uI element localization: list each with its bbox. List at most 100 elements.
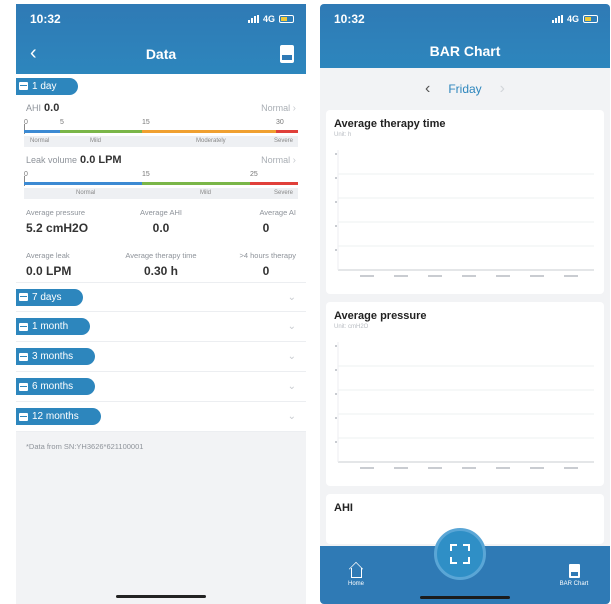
previous-day-button[interactable]: ‹ — [425, 80, 430, 98]
chart-card-therapy-time: Average therapy time Unit: h — [326, 110, 604, 294]
home-indicator — [420, 596, 510, 599]
battery-icon — [279, 15, 294, 23]
chevron-right-icon: › — [292, 102, 296, 114]
tab-home[interactable]: Home — [336, 564, 376, 587]
calendar-icon — [19, 352, 28, 361]
ahi-scale: 0 5 15 30 Normal Mild Moderately Severe — [24, 118, 298, 150]
qr-scan-icon — [450, 544, 470, 564]
scale-tick: 5 — [60, 119, 64, 126]
scale-tick: 30 — [276, 119, 284, 126]
status-time: 10:32 — [30, 12, 61, 26]
period-pill[interactable]: 1 month — [16, 318, 91, 335]
period-label: 1 day — [32, 80, 57, 92]
zone-label: Mild — [90, 138, 102, 144]
chart-card-average-pressure: Average pressure Unit: cmH2O — [326, 302, 604, 486]
calendar-icon — [19, 322, 28, 331]
section-6-months[interactable]: 6 months ⌄ — [16, 372, 306, 402]
data-source-footnote: *Data from SN:YH3626*621100001 — [16, 432, 306, 532]
chevron-down-icon: ⌄ — [287, 291, 296, 303]
ahi-row: AHI 0.0 Normal › — [16, 98, 306, 118]
page-title: BAR Chart — [429, 43, 501, 59]
chevron-right-icon: › — [292, 154, 296, 166]
chevron-down-icon: ⌄ — [287, 321, 296, 332]
period-pill[interactable]: 7 days — [16, 288, 84, 306]
section-1-day[interactable]: 1 day — [16, 74, 306, 98]
scale-mild-segment — [60, 130, 142, 133]
chevron-down-icon: ⌄ — [287, 351, 296, 362]
signal-icon — [247, 15, 259, 23]
status-icons: 4G — [247, 14, 294, 24]
zone-label: Severe — [274, 138, 294, 144]
tab-bar: Home BAR Chart — [320, 528, 610, 604]
nav-bar: BAR Chart — [320, 34, 610, 68]
stat-average-ahi: Average AHI 0.0 — [140, 208, 182, 235]
report-icon[interactable] — [280, 45, 294, 63]
network-label: 4G — [262, 14, 275, 24]
scale-tick: 15 — [142, 171, 150, 178]
period-pill[interactable]: 12 months — [16, 408, 101, 425]
leak-row: Leak volume 0.0 LPM Normal › — [16, 150, 306, 170]
next-day-button[interactable]: › — [500, 80, 505, 98]
chevron-down-icon: ⌄ — [287, 411, 296, 422]
zone-label: Normal — [76, 190, 96, 196]
scan-button[interactable] — [434, 528, 486, 580]
page-title: Data — [145, 46, 177, 62]
stats-grid: Average pressure 5.2 cmH2O Average AHI 0.0… — [16, 202, 306, 282]
scale-zones: Normal Mild Severe — [24, 188, 298, 199]
period-pill-1-day[interactable]: 1 day — [16, 77, 79, 95]
ahi-value: 0.0 — [44, 102, 60, 114]
scale-severe-segment — [250, 182, 298, 185]
home-icon — [350, 567, 362, 578]
section-12-months[interactable]: 12 months ⌄ — [16, 402, 306, 432]
leak-label: Leak volume — [26, 155, 78, 165]
scale-severe-segment — [276, 130, 298, 133]
calendar-icon — [19, 293, 28, 301]
scale-mild-segment — [142, 182, 250, 185]
section-7-days[interactable]: 7 days ⌄ — [16, 282, 306, 312]
network-label: 4G — [566, 14, 579, 24]
scale-normal-segment — [24, 130, 60, 133]
stat-average-therapy-time: Average therapy time 0.30 h — [125, 251, 197, 278]
tab-label: BAR Chart — [559, 580, 589, 587]
leak-status: Normal — [261, 154, 291, 165]
stat-average-ai: Average AI 0 — [259, 208, 296, 235]
chart-unit: Unit: cmH2O — [334, 324, 369, 330]
nav-bar: ‹ Data — [16, 34, 306, 74]
stat-average-leak: Average leak 0.0 LPM — [26, 251, 72, 278]
status-time: 10:32 — [334, 12, 365, 26]
status-bar: 10:32 4G — [16, 4, 306, 34]
ahi-status: Normal — [261, 102, 291, 113]
zone-label: Moderately — [196, 138, 226, 144]
chart-title: AHI — [334, 502, 353, 514]
leak-scale: 0 15 25 Normal Mild Severe — [24, 170, 298, 202]
header: 10:32 4G BAR Chart — [320, 4, 610, 68]
leak-value: 0.0 LPM — [80, 154, 122, 166]
chevron-down-icon: ⌄ — [287, 381, 296, 392]
signal-icon — [551, 15, 563, 23]
stat-over-4-hours: >4 hours therapy 0 — [239, 251, 297, 278]
section-3-months[interactable]: 3 months ⌄ — [16, 342, 306, 372]
section-1-month[interactable]: 1 month ⌄ — [16, 312, 306, 342]
bar-chart-screen: 10:32 4G BAR Chart ‹ Friday › Average th… — [320, 4, 610, 604]
stat-average-pressure: Average pressure 5.2 cmH2O — [26, 208, 89, 235]
home-indicator — [116, 595, 206, 598]
back-button[interactable]: ‹ — [30, 43, 37, 63]
therapy-time-chart-plot — [335, 150, 594, 277]
day-selector: ‹ Friday › — [320, 68, 610, 110]
status-bar: 10:32 4G — [320, 4, 610, 34]
tab-bar-chart[interactable]: BAR Chart — [554, 563, 594, 587]
selected-day: Friday — [448, 82, 482, 96]
bar-chart-icon — [568, 563, 580, 578]
status-icons: 4G — [551, 14, 598, 24]
zone-label: Mild — [200, 190, 212, 196]
ahi-label: AHI — [26, 103, 42, 113]
chart-title: Average therapy time — [334, 118, 446, 130]
tab-label: Home — [347, 580, 364, 587]
period-pill[interactable]: 6 months — [16, 378, 96, 395]
calendar-icon — [19, 82, 28, 90]
period-pill[interactable]: 3 months — [16, 348, 96, 365]
scale-tick: 15 — [142, 119, 150, 126]
battery-icon — [583, 15, 598, 23]
average-pressure-chart-plot — [335, 342, 594, 469]
zone-label: Normal — [30, 138, 50, 144]
